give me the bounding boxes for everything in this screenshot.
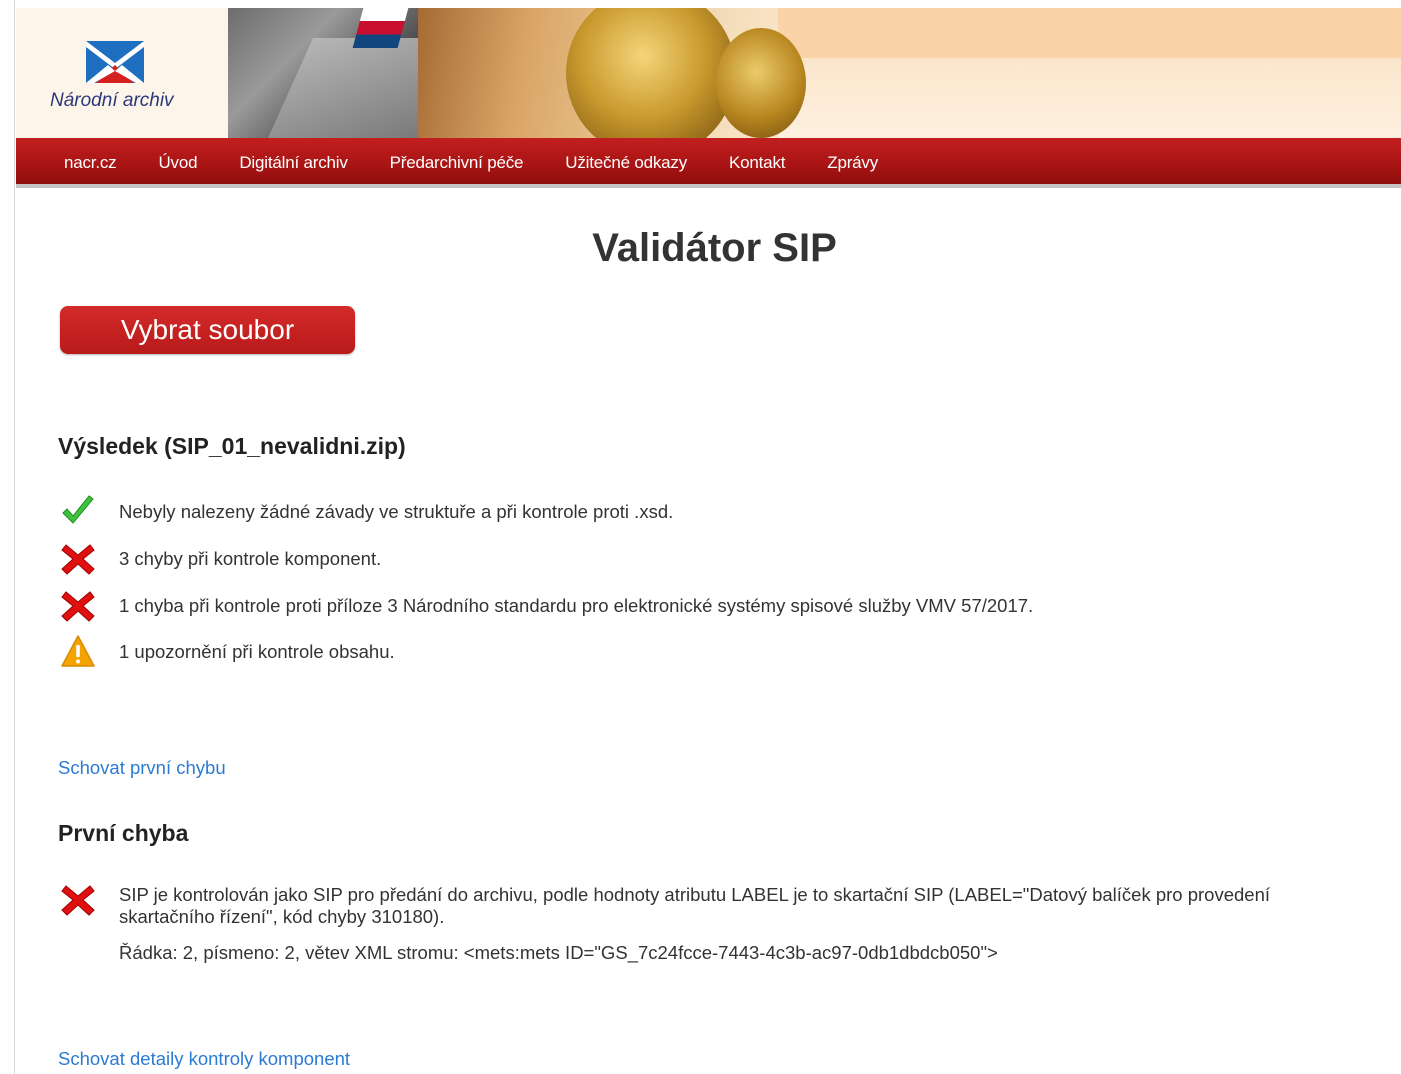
select-file-button[interactable]: Vybrat soubor [60, 306, 355, 354]
nav-item-digitalni-archiv[interactable]: Digitální archiv [239, 153, 347, 173]
check-icon [62, 495, 94, 524]
result-heading: Výsledek (SIP_01_nevalidni.zip) [58, 433, 406, 459]
result-item: 1 chyba při kontrole proti příloze 3 Nár… [60, 588, 1033, 624]
page-title: Validátor SIP [592, 226, 837, 270]
golden-seal-image [566, 8, 736, 138]
result-item-text: 1 upozornění při kontrole obsahu. [119, 641, 395, 662]
header-banner: Národní archiv [16, 8, 1401, 138]
nav-item-zpravy[interactable]: Zprávy [827, 153, 878, 173]
hide-component-details-link[interactable]: Schovat detaily kontroly komponent [58, 1048, 350, 1070]
nav-item-nacr[interactable]: nacr.cz [64, 153, 117, 173]
result-item-text: 3 chyby při kontrole komponent. [119, 548, 382, 569]
golden-seal-small-image [716, 28, 806, 138]
nav-item-predarchivni-pece[interactable]: Předarchivní péče [390, 153, 524, 173]
main-navigation: nacr.cz Úvod Digitální archiv Předarchiv… [16, 138, 1401, 188]
historic-photo-image [228, 8, 418, 138]
first-error-location: Řádka: 2, písmeno: 2, větev XML stromu: … [119, 942, 998, 963]
result-item: 3 chyby při kontrole komponent. [60, 541, 381, 577]
logo-text: Národní archiv [50, 90, 174, 111]
nav-item-uvod[interactable]: Úvod [158, 153, 197, 173]
result-item-text: 1 chyba při kontrole proti příloze 3 Nár… [119, 595, 1034, 616]
nav-item-uzitecne-odkazy[interactable]: Užitečné odkazy [565, 153, 687, 173]
logo[interactable]: Národní archiv [16, 8, 228, 138]
result-item-text: Nebyly nalezeny žádné závady ve struktuř… [119, 501, 674, 522]
result-item: 1 upozornění při kontrole obsahu. [60, 634, 395, 670]
error-icon [61, 544, 95, 575]
error-icon [61, 591, 95, 622]
warning-icon [61, 635, 95, 667]
nav-item-kontakt[interactable]: Kontakt [729, 153, 785, 173]
national-archive-logo-icon [86, 41, 144, 83]
first-error-heading: První chyba [58, 820, 189, 846]
hide-first-error-link[interactable]: Schovat první chybu [58, 757, 226, 779]
error-icon [61, 885, 95, 916]
first-error-message: SIP je kontrolován jako SIP pro předání … [119, 884, 1271, 927]
result-item: Nebyly nalezeny žádné závady ve struktuř… [60, 494, 673, 530]
